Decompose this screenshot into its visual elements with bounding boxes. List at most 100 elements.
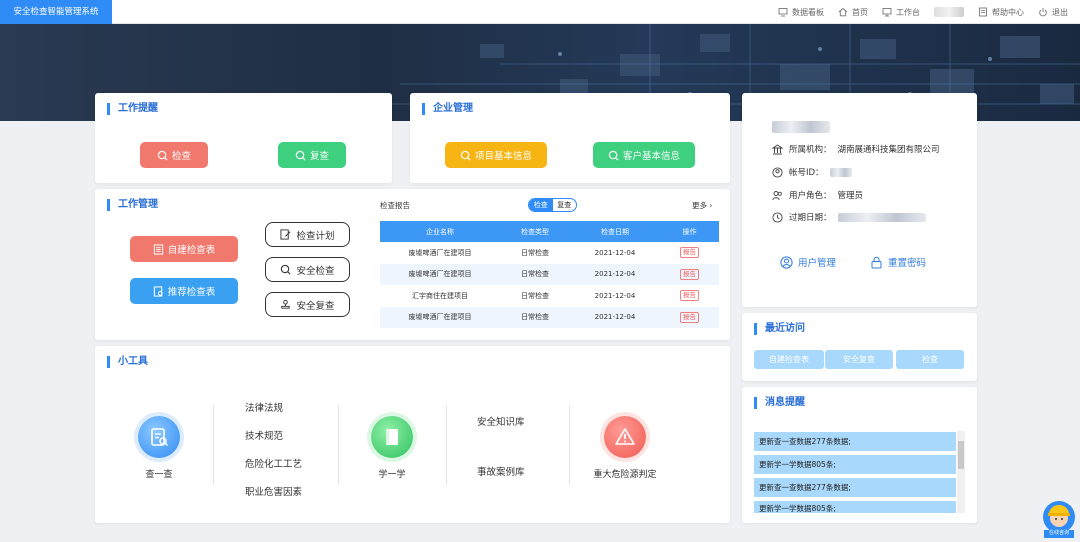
message-item[interactable]: 更新查一查数据277条数据; xyxy=(754,432,956,451)
search-icon xyxy=(608,150,619,161)
clock-icon xyxy=(772,211,783,223)
card-title: 小工具 xyxy=(107,356,148,368)
chevron-right-icon: › xyxy=(709,201,713,210)
scrollbar-thumb[interactable] xyxy=(958,441,964,469)
desktop-icon xyxy=(882,8,892,17)
top-bar: 安全检查智能管理系统 数据看板 首页 工作台 帮助中心 退出 xyxy=(0,0,1080,24)
table-row: 废墟啤酒厂在建项目 日常检查 2021-12-04 报告 xyxy=(380,306,719,328)
report-button[interactable]: 报告 xyxy=(680,268,699,280)
recent-item[interactable]: 安全复查 xyxy=(825,350,893,369)
nav-help[interactable]: 帮助中心 xyxy=(978,7,1024,18)
lock-icon xyxy=(871,256,882,268)
nav-dashboard[interactable]: 数据看板 xyxy=(778,7,824,18)
home-icon xyxy=(838,7,848,17)
message-item[interactable]: 更新学一学数据805条; xyxy=(754,455,956,474)
document-icon xyxy=(979,7,987,17)
stamp-icon xyxy=(281,299,291,309)
nav-user[interactable] xyxy=(934,7,964,17)
check-button[interactable]: 检查 xyxy=(140,142,208,168)
expire-row: 过期日期： xyxy=(772,211,926,223)
recent-item[interactable]: 检查 xyxy=(896,350,964,369)
message-item[interactable]: 更新学一学数据805条; xyxy=(754,501,956,513)
divider xyxy=(569,405,570,485)
checklist-search-icon xyxy=(153,285,163,297)
user-circle-icon xyxy=(780,255,793,269)
col-enterprise: 企业名称 xyxy=(380,221,500,242)
col-op: 操作 xyxy=(660,221,719,242)
nav-home[interactable]: 首页 xyxy=(838,7,868,18)
monitor-icon xyxy=(778,8,788,17)
card-title: 工作管理 xyxy=(107,199,158,211)
account-row: 帐号ID： xyxy=(772,166,852,178)
safety-check-button[interactable]: 安全检查 xyxy=(265,257,350,282)
report-title: 检查报告 xyxy=(380,201,410,210)
user-name-blurred xyxy=(772,121,830,133)
self-build-checklist-button[interactable]: 自建检查表 xyxy=(130,236,238,262)
divider xyxy=(338,405,339,485)
project-info-button[interactable]: 项目基本信息 xyxy=(445,142,547,168)
recheck-button[interactable]: 复查 xyxy=(278,142,346,168)
more-link[interactable]: 更多 › xyxy=(692,200,712,211)
search-icon xyxy=(295,150,306,161)
lookup-icon xyxy=(138,416,180,458)
nav-workbench[interactable]: 工作台 xyxy=(882,7,920,18)
report-button[interactable]: 报告 xyxy=(680,247,699,259)
recommended-checklist-button[interactable]: 推荐检查表 xyxy=(130,278,238,304)
table-row: 废墟啤酒厂在建项目 日常检查 2021-12-04 报告 xyxy=(380,242,719,264)
online-consult-label: 在线咨询 xyxy=(1048,530,1069,536)
app-title: 安全检查智能管理系统 xyxy=(0,0,112,24)
customer-info-button[interactable]: 客户基本信息 xyxy=(593,142,695,168)
report-button[interactable]: 报告 xyxy=(680,311,699,323)
list-icon xyxy=(153,243,163,255)
toggle-check[interactable]: 检查 xyxy=(529,199,553,211)
nav-logout[interactable]: 退出 xyxy=(1038,7,1068,18)
message-item[interactable]: 更新查一查数据277条数据; xyxy=(754,478,956,497)
org-row: 所属机构： 湖南展通科技集团有限公司 xyxy=(772,143,940,155)
report-toggle[interactable]: 检查 复查 xyxy=(528,198,577,212)
col-date: 检查日期 xyxy=(570,221,660,242)
toggle-recheck[interactable]: 复查 xyxy=(553,199,577,211)
report-table: 企业名称 检查类型 检查日期 操作 废墟啤酒厂在建项目 日常检查 2021-12-0… xyxy=(380,221,719,328)
inspection-plan-button[interactable]: 检查计划 xyxy=(265,222,350,247)
hazard-source-tool[interactable]: 重大危险源判定 xyxy=(590,416,660,480)
recent-item[interactable]: 自建检查表 xyxy=(754,350,824,369)
edit-icon xyxy=(280,229,291,240)
power-icon xyxy=(1039,8,1047,17)
user-manage-link[interactable]: 用户管理 xyxy=(780,255,836,269)
learn-tool[interactable]: 学一学 xyxy=(366,416,418,480)
report-button[interactable]: 报告 xyxy=(680,290,699,302)
law-link[interactable]: 法律法规 xyxy=(245,400,283,414)
warning-icon xyxy=(604,416,646,458)
card-title: 工作提醒 xyxy=(107,103,158,115)
work-reminder-card: 工作提醒 检查 复查 xyxy=(95,93,392,183)
hazardous-chem-link[interactable]: 危险化工工艺 xyxy=(245,456,302,470)
lookup-tool[interactable]: 查一查 xyxy=(133,416,185,480)
tech-standard-link[interactable]: 技术规范 xyxy=(245,428,283,442)
divider xyxy=(446,405,447,485)
reset-password-link[interactable]: 重置密码 xyxy=(870,255,926,269)
learn-icon xyxy=(371,416,413,458)
user-circle-icon xyxy=(772,166,783,178)
search-icon xyxy=(460,150,471,161)
accident-case-link[interactable]: 事故案例库 xyxy=(477,464,525,478)
card-title: 最近访问 xyxy=(754,323,805,335)
divider xyxy=(213,405,214,485)
bank-icon xyxy=(772,143,783,154)
safety-knowledge-link[interactable]: 安全知识库 xyxy=(477,414,525,428)
top-nav: 数据看板 首页 工作台 帮助中心 退出 xyxy=(778,0,1068,24)
table-row: 废墟啤酒厂在建项目 日常检查 2021-12-04 报告 xyxy=(380,263,719,285)
occupational-hazard-link[interactable]: 职业危害因素 xyxy=(245,484,302,498)
safety-recheck-button[interactable]: 安全复查 xyxy=(265,292,350,317)
user-name-blurred xyxy=(934,7,964,17)
enterprise-card: 企业管理 项目基本信息 客户基本信息 xyxy=(410,93,730,183)
card-title: 企业管理 xyxy=(422,103,473,115)
table-header: 企业名称 检查类型 检查日期 操作 xyxy=(380,221,719,242)
recent-card: 最近访问 xyxy=(742,313,977,381)
card-title: 消息提醒 xyxy=(754,397,805,409)
search-icon xyxy=(281,264,291,275)
messages-scrollbar[interactable] xyxy=(957,431,965,513)
role-row: 用户角色： 管理员 xyxy=(772,189,863,201)
online-consult-widget[interactable]: 在线咨询 xyxy=(1040,497,1078,538)
expire-date-blurred xyxy=(837,212,926,222)
col-type: 检查类型 xyxy=(500,221,570,242)
